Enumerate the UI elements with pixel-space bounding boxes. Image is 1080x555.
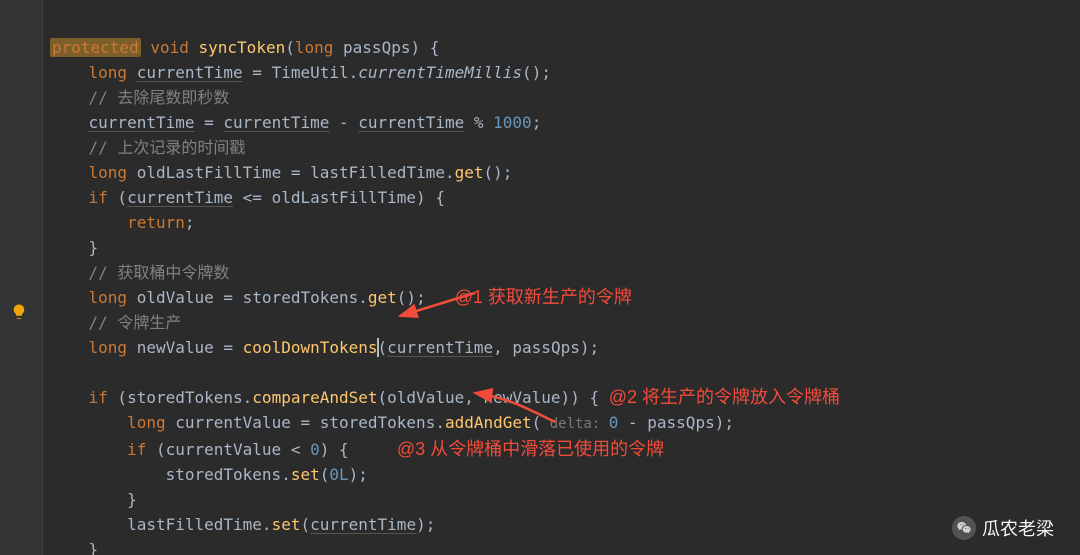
param-hint-delta: delta: [541, 416, 608, 432]
call-addAndGet: addAndGet [445, 413, 532, 432]
class-TimeUtil: TimeUtil [272, 63, 349, 82]
call-compareAndSet: compareAndSet [252, 388, 377, 407]
var-currentTime: currentTime [137, 63, 243, 82]
var-oldValue: oldValue [137, 288, 214, 307]
comment: // 令牌生产 [89, 313, 182, 332]
watermark: 瓜农老梁 [952, 515, 1054, 541]
var-newValue: newValue [137, 338, 214, 357]
keyword-protected: protected [50, 38, 141, 57]
comment: // 获取桶中令牌数 [89, 263, 230, 282]
call-currentTimeMillis: currentTimeMillis [358, 63, 522, 82]
keyword-long: long [89, 63, 128, 82]
literal-0L: 0L [329, 465, 348, 484]
code-area[interactable]: protected void syncToken(long passQps) {… [50, 10, 840, 555]
text-caret [377, 338, 379, 357]
annotation-2: @2 将生产的令牌放入令牌桶 [609, 387, 840, 407]
comment: // 上次记录的时间戳 [89, 138, 246, 157]
wechat-icon [952, 516, 976, 540]
param-name: passQps [343, 38, 410, 57]
intention-bulb-icon[interactable] [10, 303, 28, 321]
var-currentValue: currentValue [175, 413, 291, 432]
keyword-void: void [150, 38, 189, 57]
watermark-text: 瓜农老梁 [982, 515, 1054, 541]
code-editor[interactable]: protected void syncToken(long passQps) {… [0, 0, 1080, 10]
var-oldLastFillTime: oldLastFillTime [137, 163, 282, 182]
editor-gutter [0, 0, 43, 555]
keyword-return: return [127, 213, 185, 232]
var-ref: currentTime [89, 113, 195, 132]
keyword-if: if [89, 188, 108, 207]
literal-1000: 1000 [493, 113, 532, 132]
param-type: long [295, 38, 334, 57]
method-name: syncToken [199, 38, 286, 57]
annotation-3: @3 从令牌桶中滑落已使用的令牌 [397, 439, 664, 459]
call-coolDownTokens: coolDownTokens [243, 338, 378, 357]
comment: // 去除尾数即秒数 [89, 88, 230, 107]
annotation-1: @1 获取新生产的令牌 [455, 287, 632, 307]
